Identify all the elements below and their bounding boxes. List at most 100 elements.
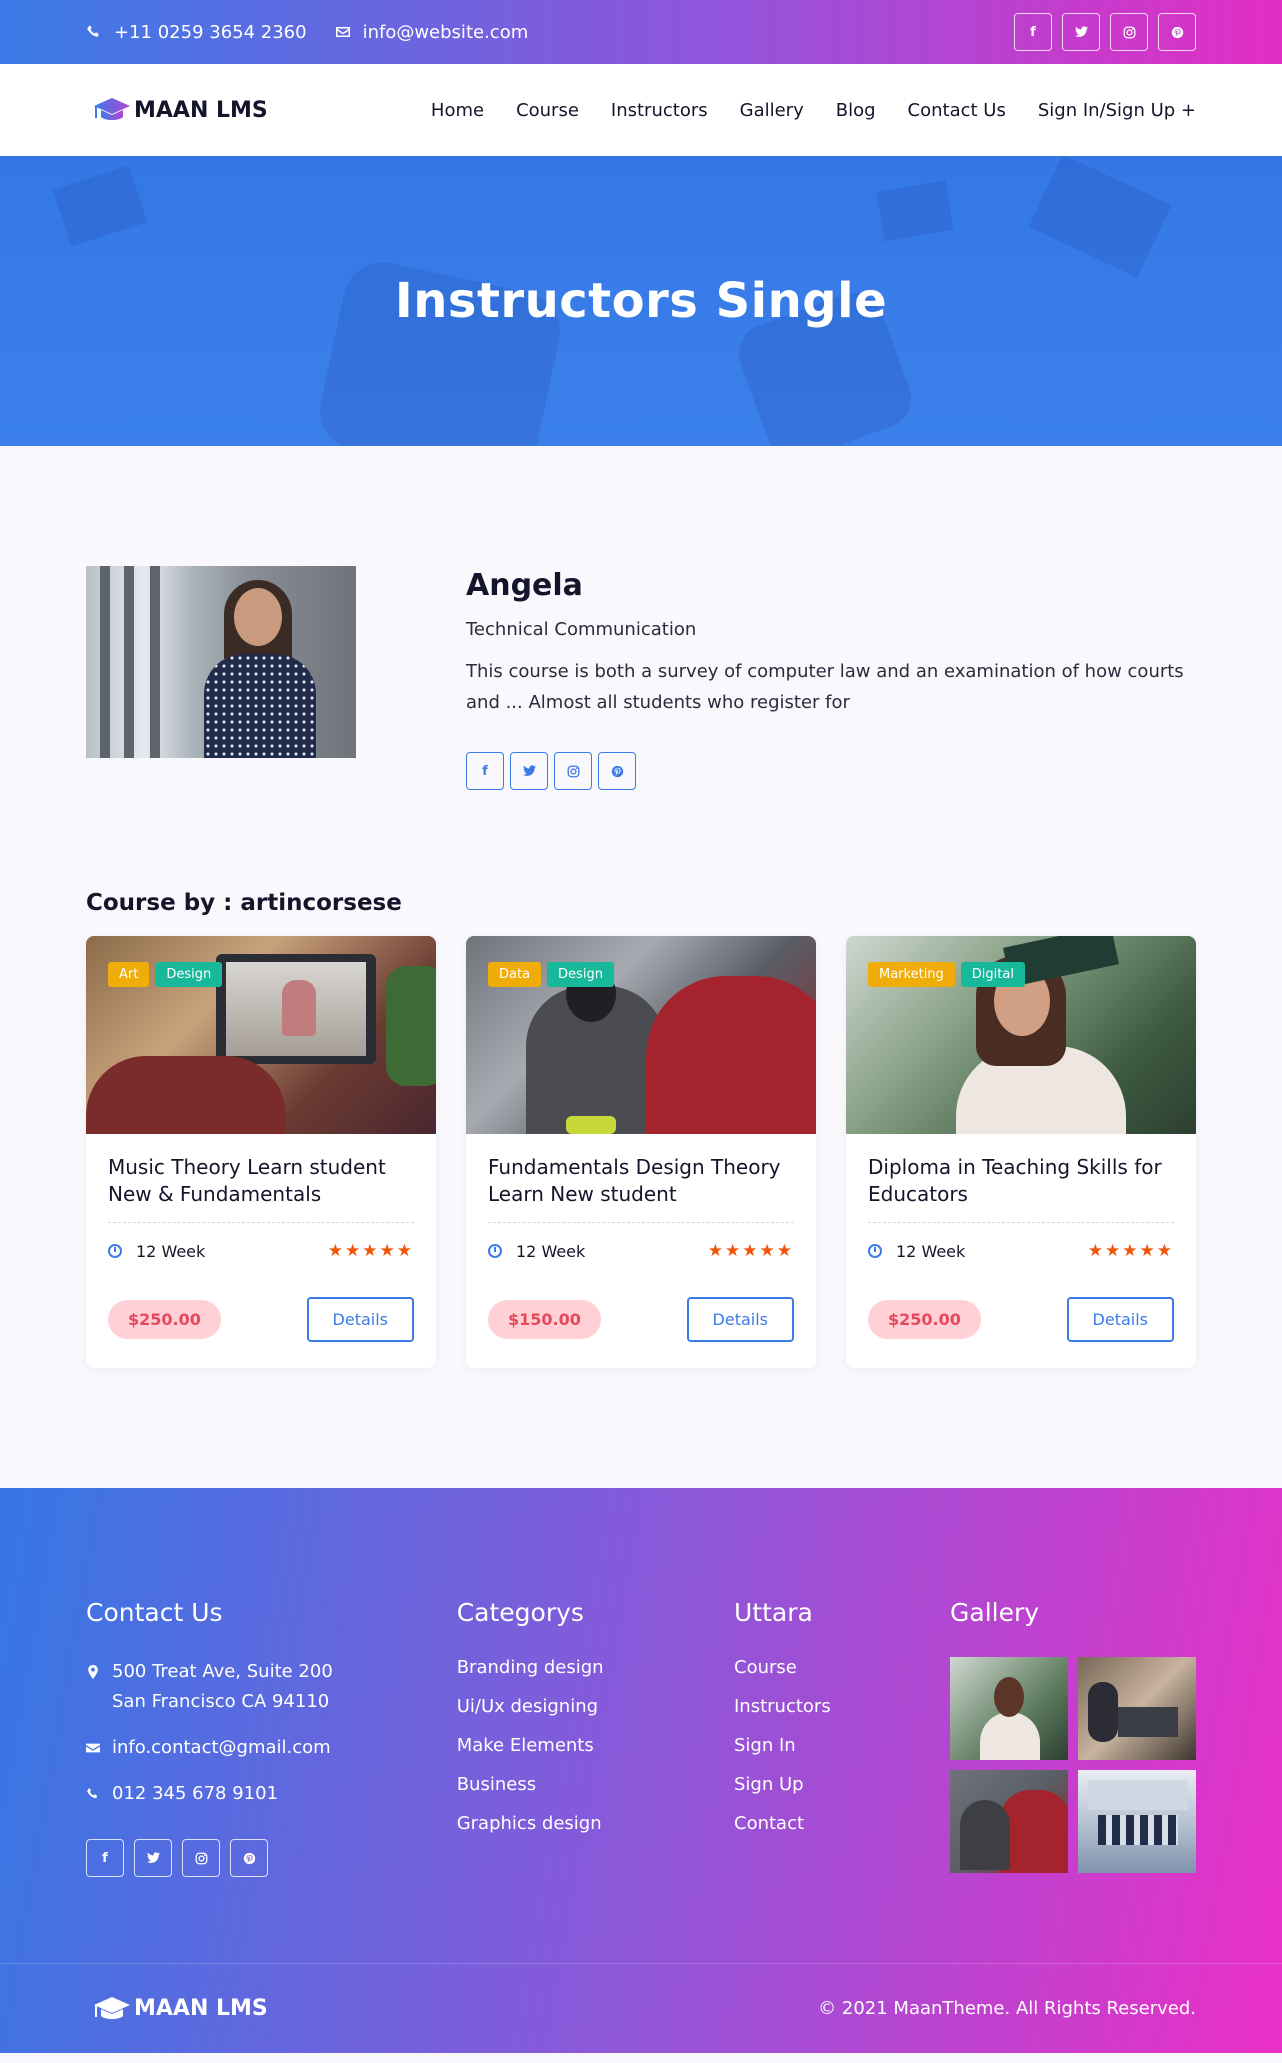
- footer-category-link[interactable]: Graphics design: [457, 1813, 734, 1834]
- page-title: Instructors Single: [394, 273, 888, 329]
- footer-category-link[interactable]: Make Elements: [457, 1735, 734, 1756]
- pinterest-icon[interactable]: [230, 1839, 268, 1877]
- footer-link-instructors[interactable]: Instructors: [734, 1696, 950, 1717]
- nav-gallery[interactable]: Gallery: [740, 100, 804, 121]
- top-phone[interactable]: +11 0259 3654 2360: [86, 22, 307, 43]
- footer-bottom-bar: MAAN LMS © 2021 MaanTheme. All Rights Re…: [0, 1963, 1282, 2053]
- top-email[interactable]: info@website.com: [335, 21, 529, 43]
- nav-blog[interactable]: Blog: [836, 100, 876, 121]
- footer-gallery: Gallery: [950, 1598, 1196, 1877]
- gallery-image[interactable]: [950, 1657, 1068, 1760]
- card-divider: [108, 1222, 414, 1223]
- location-pin-icon: [88, 1665, 98, 1679]
- top-social: f: [1014, 13, 1196, 51]
- footer-category-link[interactable]: Ui/Ux designing: [457, 1696, 734, 1717]
- nav-contact[interactable]: Contact Us: [908, 100, 1006, 121]
- site-footer: Contact Us 500 Treat Ave, Suite 200 San …: [0, 1488, 1282, 2053]
- footer-email-text: info.contact@gmail.com: [112, 1737, 331, 1758]
- graduation-cap-icon: [94, 98, 130, 120]
- nav-course[interactable]: Course: [516, 100, 579, 121]
- site-logo[interactable]: MAAN LMS: [92, 95, 268, 125]
- course-title[interactable]: Fundamentals Design Theory Learn New stu…: [488, 1154, 794, 1208]
- nav-signin[interactable]: Sign In/Sign Up +: [1038, 100, 1196, 121]
- star-rating: ★★★★★: [1087, 1241, 1174, 1261]
- course-card[interactable]: Data Design Fundamentals Design Theory L…: [466, 936, 816, 1368]
- course-price: $150.00: [488, 1300, 601, 1339]
- gallery-image[interactable]: [1078, 1770, 1196, 1873]
- footer-logo-text: MAAN LMS: [134, 1996, 268, 2021]
- top-phone-text: +11 0259 3654 2360: [114, 21, 307, 43]
- details-button[interactable]: Details: [686, 1297, 794, 1342]
- top-email-text: info@website.com: [362, 21, 529, 43]
- mail-icon: [86, 1743, 100, 1753]
- course-tag[interactable]: Digital: [960, 962, 1025, 987]
- hero-bg-shape: [1028, 156, 1172, 278]
- footer-email[interactable]: info.contact@gmail.com: [86, 1733, 457, 1763]
- footer-contact-heading: Contact Us: [86, 1598, 223, 1627]
- facebook-icon[interactable]: f: [86, 1839, 124, 1877]
- facebook-icon[interactable]: f: [466, 752, 504, 790]
- instructor-section: Angela Technical Communication This cour…: [0, 446, 1282, 790]
- course-tag[interactable]: Design: [547, 962, 614, 987]
- phone-icon: [87, 25, 99, 37]
- top-contact: +11 0259 3654 2360 info@website.com: [86, 22, 528, 43]
- footer-link-signup[interactable]: Sign Up: [734, 1774, 950, 1795]
- nav-menu: Home Course Instructors Gallery Blog Con…: [431, 100, 1196, 121]
- instagram-icon[interactable]: [1110, 13, 1148, 51]
- footer-link-signin[interactable]: Sign In: [734, 1735, 950, 1756]
- course-card[interactable]: Marketing Digital Diploma in Teaching Sk…: [846, 936, 1196, 1368]
- gallery-image[interactable]: [1078, 1657, 1196, 1760]
- course-title[interactable]: Music Theory Learn student New & Fundame…: [108, 1154, 414, 1208]
- course-thumbnail[interactable]: Data Design: [466, 936, 816, 1134]
- course-thumbnail[interactable]: Marketing Digital: [846, 936, 1196, 1134]
- instagram-icon[interactable]: [182, 1839, 220, 1877]
- course-duration: 12 Week: [868, 1242, 965, 1261]
- footer-categories-heading: Categorys: [456, 1598, 584, 1627]
- page-hero: Instructors Single: [0, 156, 1282, 446]
- course-tag[interactable]: Marketing: [868, 962, 955, 987]
- course-tag[interactable]: Art: [108, 962, 150, 987]
- nav-instructors[interactable]: Instructors: [611, 100, 708, 121]
- twitter-icon[interactable]: [134, 1839, 172, 1877]
- phone-icon: [87, 1788, 98, 1799]
- course-card[interactable]: Art Design Music Theory Learn student Ne…: [86, 936, 436, 1368]
- course-tags: Art Design: [108, 962, 223, 987]
- course-title[interactable]: Diploma in Teaching Skills for Educators: [868, 1154, 1174, 1208]
- footer-link-course[interactable]: Course: [734, 1657, 950, 1678]
- duration-text: 12 Week: [516, 1241, 586, 1261]
- main-nav: MAAN LMS Home Course Instructors Gallery…: [0, 64, 1282, 156]
- course-thumbnail[interactable]: Art Design: [86, 936, 436, 1134]
- footer-uttara: Uttara Course Instructors Sign In Sign U…: [734, 1598, 950, 1877]
- details-button[interactable]: Details: [306, 1297, 414, 1342]
- hero-bg-shape: [52, 165, 148, 247]
- footer-category-link[interactable]: Branding design: [457, 1657, 734, 1678]
- footer-social: f: [86, 1839, 457, 1877]
- instructor-bio: This course is both a survey of computer…: [466, 661, 1184, 713]
- facebook-icon[interactable]: f: [1014, 13, 1052, 51]
- courses-section: Course by : artincorsese Art Design Musi…: [0, 790, 1282, 1368]
- pinterest-icon[interactable]: [598, 752, 636, 790]
- copyright-text: © 2021 MaanTheme. All Rights Reserved.: [818, 1998, 1196, 2019]
- instructor-social: f: [466, 752, 1186, 790]
- footer-logo[interactable]: MAAN LMS: [92, 1994, 268, 2024]
- instagram-icon[interactable]: [554, 752, 592, 790]
- courses-heading: Course by : artincorsese: [86, 890, 402, 916]
- footer-category-link[interactable]: Business: [457, 1774, 734, 1795]
- details-button[interactable]: Details: [1066, 1297, 1174, 1342]
- pinterest-icon[interactable]: [1158, 13, 1196, 51]
- twitter-icon[interactable]: [510, 752, 548, 790]
- footer-link-contact[interactable]: Contact: [734, 1813, 950, 1834]
- nav-home[interactable]: Home: [431, 100, 484, 121]
- footer-phone[interactable]: 012 345 678 9101: [86, 1779, 457, 1809]
- instructor-role: Technical Communication: [466, 619, 697, 640]
- footer-address-text: 500 Treat Ave, Suite 200 San Francisco C…: [112, 1661, 333, 1712]
- instructor-name: Angela: [466, 568, 583, 603]
- graduation-cap-icon: [94, 1996, 130, 2019]
- footer-categories: Categorys Branding design Ui/Ux designin…: [457, 1598, 734, 1877]
- course-tag[interactable]: Design: [155, 962, 223, 987]
- mail-icon: [335, 27, 350, 37]
- star-rating: ★★★★★: [327, 1241, 414, 1261]
- twitter-icon[interactable]: [1062, 13, 1100, 51]
- gallery-image[interactable]: [950, 1770, 1068, 1873]
- course-tag[interactable]: Data: [488, 962, 542, 987]
